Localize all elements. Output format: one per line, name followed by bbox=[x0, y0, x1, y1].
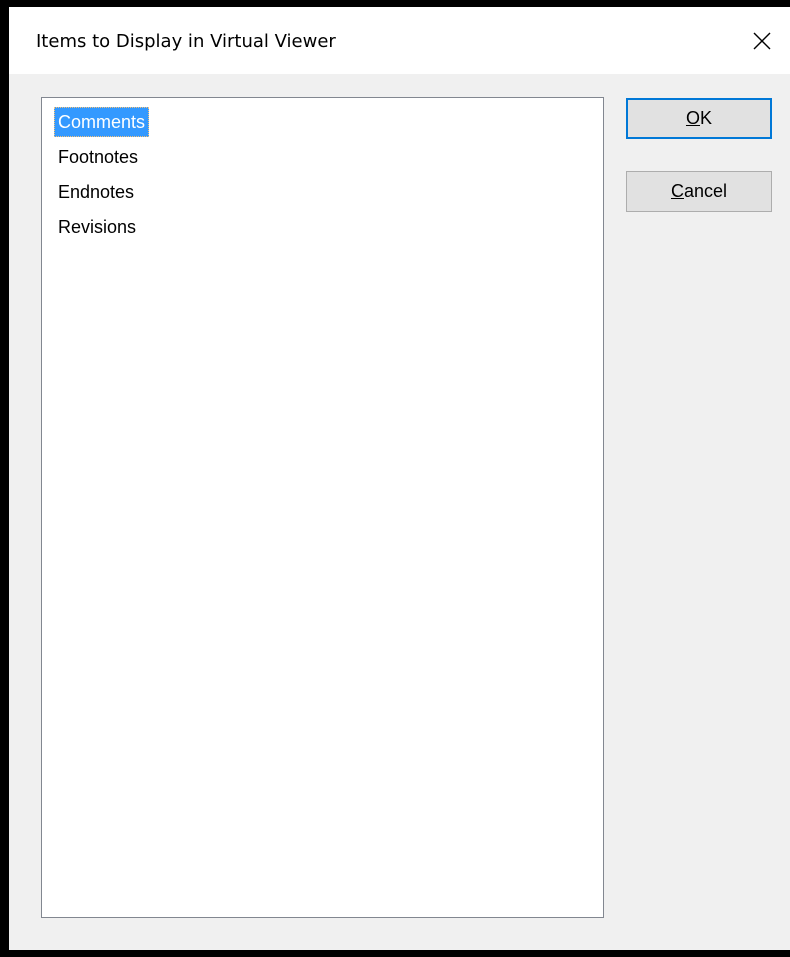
close-button[interactable] bbox=[734, 7, 790, 74]
list-item-endnotes[interactable]: Endnotes bbox=[54, 177, 138, 207]
ok-label-rest: K bbox=[700, 108, 713, 128]
dialog-window: Items to Display in Virtual Viewer Comme… bbox=[9, 7, 790, 950]
dialog-title: Items to Display in Virtual Viewer bbox=[36, 31, 336, 52]
ok-button[interactable]: OK bbox=[626, 98, 772, 139]
cancel-button[interactable]: Cancel bbox=[626, 171, 772, 212]
close-icon bbox=[753, 32, 771, 49]
list-item-footnotes[interactable]: Footnotes bbox=[54, 142, 142, 172]
list-item-comments[interactable]: Comments bbox=[54, 107, 150, 137]
list-item-revisions[interactable]: Revisions bbox=[54, 212, 140, 242]
cancel-label-rest: ancel bbox=[683, 181, 728, 201]
cancel-mnemonic: C bbox=[670, 181, 684, 201]
ok-mnemonic: O bbox=[685, 108, 700, 128]
items-listbox[interactable]: Comments Footnotes Endnotes Revisions bbox=[41, 97, 604, 918]
title-bar: Items to Display in Virtual Viewer bbox=[9, 7, 790, 74]
